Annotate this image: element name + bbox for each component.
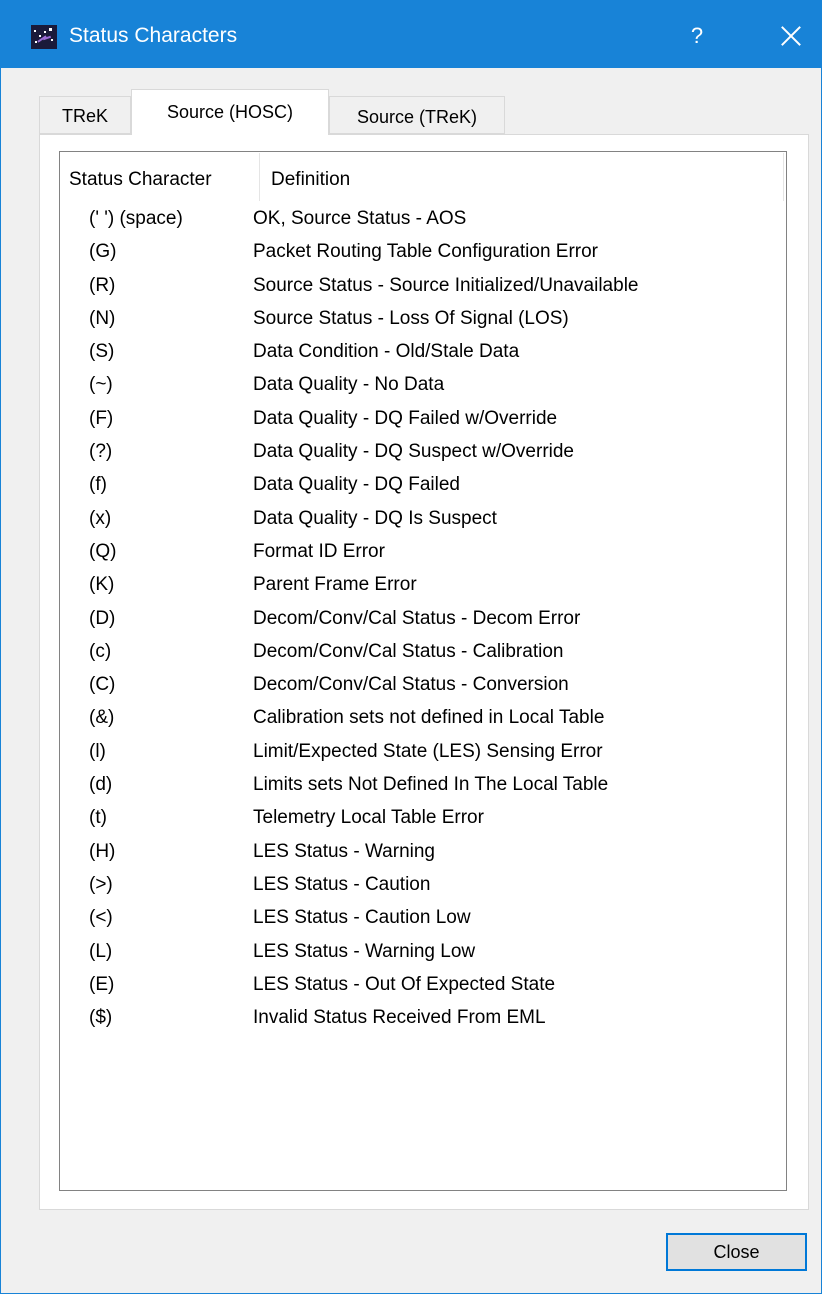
definition-cell: Decom/Conv/Cal Status - Calibration <box>253 640 564 662</box>
app-icon <box>31 25 57 49</box>
status-character-cell: (>) <box>89 873 113 895</box>
list-item[interactable]: (S) Data Condition - Old/Stale Data <box>60 337 784 370</box>
column-divider[interactable] <box>259 153 260 201</box>
status-character-cell: (H) <box>89 840 116 862</box>
definition-cell: LES Status - Out Of Expected State <box>253 973 556 995</box>
list-item[interactable]: (D) Decom/Conv/Cal Status - Decom Error <box>60 604 784 637</box>
status-character-cell: (C) <box>89 674 116 696</box>
status-character-cell: (S) <box>89 341 115 363</box>
list-item[interactable]: (F) Data Quality - DQ Failed w/Override <box>60 404 784 437</box>
list-item[interactable]: (' ') (space) OK, Source Status - AOS <box>60 204 784 237</box>
definition-cell: Limits sets Not Defined In The Local Tab… <box>253 774 609 796</box>
list-item[interactable]: (>) LES Status - Caution <box>60 870 784 903</box>
column-header-status-character[interactable]: Status Character <box>69 153 259 203</box>
definition-cell: Data Quality - DQ Failed w/Override <box>253 407 558 429</box>
definition-cell: Decom/Conv/Cal Status - Conversion <box>253 674 569 696</box>
tab-trek[interactable]: TReK <box>39 96 131 134</box>
status-characters-dialog: Status Characters ? TReK Source (HOSC) S… <box>0 0 822 1294</box>
definition-cell: LES Status - Caution Low <box>253 907 471 929</box>
list-item[interactable]: ($) Invalid Status Received From EML <box>60 1003 784 1036</box>
list-item[interactable]: (E) LES Status - Out Of Expected State <box>60 970 784 1003</box>
help-button[interactable]: ? <box>677 19 717 53</box>
definition-cell: Source Status - Source Initialized/Unava… <box>253 274 639 296</box>
status-character-cell: (?) <box>89 441 113 463</box>
list-item[interactable]: (f) Data Quality - DQ Failed <box>60 470 784 503</box>
definition-cell: OK, Source Status - AOS <box>253 208 467 229</box>
status-character-cell: (Q) <box>89 540 117 562</box>
definition-cell: Data Quality - DQ Suspect w/Override <box>253 441 574 463</box>
close-button[interactable]: Close <box>666 1233 807 1271</box>
status-character-cell: (G) <box>89 241 117 263</box>
status-character-cell: ($) <box>89 1007 113 1029</box>
definition-cell: Data Condition - Old/Stale Data <box>253 341 520 363</box>
list-item[interactable]: (<) LES Status - Caution Low <box>60 903 784 936</box>
window-title: Status Characters <box>69 24 238 47</box>
list-item[interactable]: (H) LES Status - Warning <box>60 837 784 870</box>
list-item[interactable]: (t) Telemetry Local Table Error <box>60 803 784 836</box>
status-character-cell: (t) <box>89 807 107 829</box>
list-item[interactable]: (K) Parent Frame Error <box>60 570 784 603</box>
definition-cell: Parent Frame Error <box>253 574 417 596</box>
status-character-cell: (N) <box>89 307 116 329</box>
list-item[interactable]: (c) Decom/Conv/Cal Status - Calibration <box>60 637 784 670</box>
list-item[interactable]: (R) Source Status - Source Initialized/Un… <box>60 271 784 304</box>
list-item[interactable]: (N) Source Status - Loss Of Signal (LOS) <box>60 304 784 337</box>
status-character-cell: (K) <box>89 574 115 596</box>
definition-cell: Packet Routing Table Configuration Error <box>253 241 599 263</box>
column-header-definition[interactable]: Definition <box>271 153 781 203</box>
status-character-cell: (E) <box>89 973 115 995</box>
list-header: Status Character Definition <box>61 153 785 203</box>
status-character-cell: (d) <box>89 774 113 796</box>
definition-cell: LES Status - Warning Low <box>253 940 476 962</box>
status-character-cell: (x) <box>89 507 112 529</box>
definition-cell: Source Status - Loss Of Signal (LOS) <box>253 307 569 329</box>
list-item[interactable]: (x) Data Quality - DQ Is Suspect <box>60 504 784 537</box>
list-item[interactable]: (~) Data Quality - No Data <box>60 370 784 403</box>
definition-cell: Calibration sets not defined in Local Ta… <box>253 707 605 729</box>
list-item[interactable]: (?) Data Quality - DQ Suspect w/Override <box>60 437 784 470</box>
status-character-list[interactable]: Status Character Definition (' ') (space… <box>59 151 787 1191</box>
status-character-cell: (R) <box>89 274 116 296</box>
status-character-cell: (l) <box>89 740 106 762</box>
definition-cell: LES Status - Caution <box>253 873 431 895</box>
definition-cell: Telemetry Local Table Error <box>253 807 484 829</box>
definition-cell: Decom/Conv/Cal Status - Decom Error <box>253 607 581 629</box>
definition-cell: Invalid Status Received From EML <box>253 1007 546 1029</box>
list-rows: (' ') (space) OK, Source Status - AOS (G) P… <box>60 204 784 1036</box>
status-character-cell: (L) <box>89 940 113 962</box>
definition-cell: Data Quality - No Data <box>253 374 445 396</box>
status-character-cell: (~) <box>89 374 113 396</box>
status-character-cell: (f) <box>89 474 107 496</box>
list-item[interactable]: (C) Decom/Conv/Cal Status - Conversion <box>60 670 784 703</box>
definition-cell: LES Status - Warning <box>253 840 435 862</box>
definition-cell: Format ID Error <box>253 540 385 562</box>
status-character-cell: (c) <box>89 640 112 662</box>
list-item[interactable]: (G) Packet Routing Table Configuration Er… <box>60 237 784 270</box>
definition-cell: Limit/Expected State (LES) Sensing Error <box>253 740 603 762</box>
column-divider[interactable] <box>783 153 784 201</box>
status-character-cell: (<) <box>89 907 113 929</box>
title-bar[interactable]: Status Characters ? <box>1 1 821 68</box>
status-character-cell: (&) <box>89 707 115 729</box>
list-item[interactable]: (l) Limit/Expected State (LES) Sensing Er… <box>60 737 784 770</box>
status-character-cell: (D) <box>89 607 116 629</box>
list-item[interactable]: (d) Limits sets Not Defined In The Local … <box>60 770 784 803</box>
definition-cell: Data Quality - DQ Failed <box>253 474 460 496</box>
definition-cell: Data Quality - DQ Is Suspect <box>253 507 497 529</box>
tab-source-trek[interactable]: Source (TReK) <box>329 96 505 134</box>
list-item[interactable]: (&) Calibration sets not defined in Local… <box>60 703 784 736</box>
close-icon[interactable] <box>769 17 813 55</box>
list-item[interactable]: (Q) Format ID Error <box>60 537 784 570</box>
status-character-cell: (F) <box>89 407 114 429</box>
tab-source-hosc[interactable]: Source (HOSC) <box>131 89 329 135</box>
list-item[interactable]: (L) LES Status - Warning Low <box>60 937 784 970</box>
status-character-cell: (' ') (space) <box>89 208 183 229</box>
